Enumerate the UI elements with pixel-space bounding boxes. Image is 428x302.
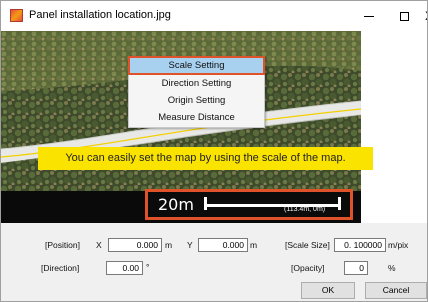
scale-end-coordinate: (113.4m, 0m) bbox=[284, 206, 326, 213]
menu-item-direction-setting[interactable]: Direction Setting bbox=[129, 75, 264, 92]
direction-unit: ° bbox=[146, 262, 150, 272]
tip-callout: You can easily set the map by using the … bbox=[38, 147, 373, 170]
window-title: Panel installation location.jpg bbox=[29, 9, 171, 21]
close-button[interactable]: X bbox=[419, 1, 427, 31]
image-file-icon bbox=[10, 9, 23, 22]
map-empty-area bbox=[361, 31, 427, 223]
y-unit: m bbox=[250, 240, 258, 250]
x-unit: m bbox=[165, 240, 173, 250]
tip-text: You can easily set the map by using the … bbox=[65, 152, 346, 164]
image-window: Panel installation location.jpg X bbox=[0, 0, 428, 302]
scale-size-label: [Scale Size] bbox=[285, 240, 330, 250]
menu-item-origin-setting[interactable]: Origin Setting bbox=[129, 92, 264, 109]
opacity-unit: % bbox=[388, 263, 396, 273]
position-y-field[interactable]: 0.000 bbox=[198, 238, 248, 252]
scale-bar-end-handle[interactable] bbox=[338, 197, 341, 210]
opacity-label: [Opacity] bbox=[291, 263, 325, 273]
minimize-button[interactable] bbox=[351, 1, 387, 31]
position-x-field[interactable]: 0.000 bbox=[108, 238, 162, 252]
context-menu: Scale Setting Direction Setting Origin S… bbox=[128, 56, 265, 128]
scale-size-unit: m/pix bbox=[388, 240, 409, 250]
y-label: Y bbox=[187, 240, 193, 250]
ok-button[interactable]: OK bbox=[301, 282, 355, 299]
scale-bar-overlay[interactable]: 20m (113.4m, 0m) bbox=[145, 189, 353, 220]
maximize-icon bbox=[399, 12, 409, 22]
x-label: X bbox=[96, 240, 102, 250]
map-settings-form: [Position] X 0.000 m Y 0.000 m [Scale Si… bbox=[1, 223, 427, 301]
cancel-button[interactable]: Cancel bbox=[365, 282, 427, 299]
menu-item-measure-distance[interactable]: Measure Distance bbox=[129, 109, 264, 126]
scale-length-label: 20m bbox=[158, 195, 194, 214]
position-label: [Position] bbox=[45, 240, 80, 250]
title-bar: Panel installation location.jpg X bbox=[1, 1, 427, 31]
opacity-field[interactable]: 0 bbox=[344, 261, 368, 275]
direction-field[interactable]: 0.00 bbox=[106, 261, 143, 275]
scale-size-field[interactable]: 0. 100000 bbox=[334, 238, 386, 252]
direction-label: [Direction] bbox=[41, 263, 80, 273]
minimize-icon bbox=[364, 16, 374, 18]
menu-item-scale-setting[interactable]: Scale Setting bbox=[128, 56, 265, 75]
maximize-button[interactable] bbox=[386, 1, 422, 31]
